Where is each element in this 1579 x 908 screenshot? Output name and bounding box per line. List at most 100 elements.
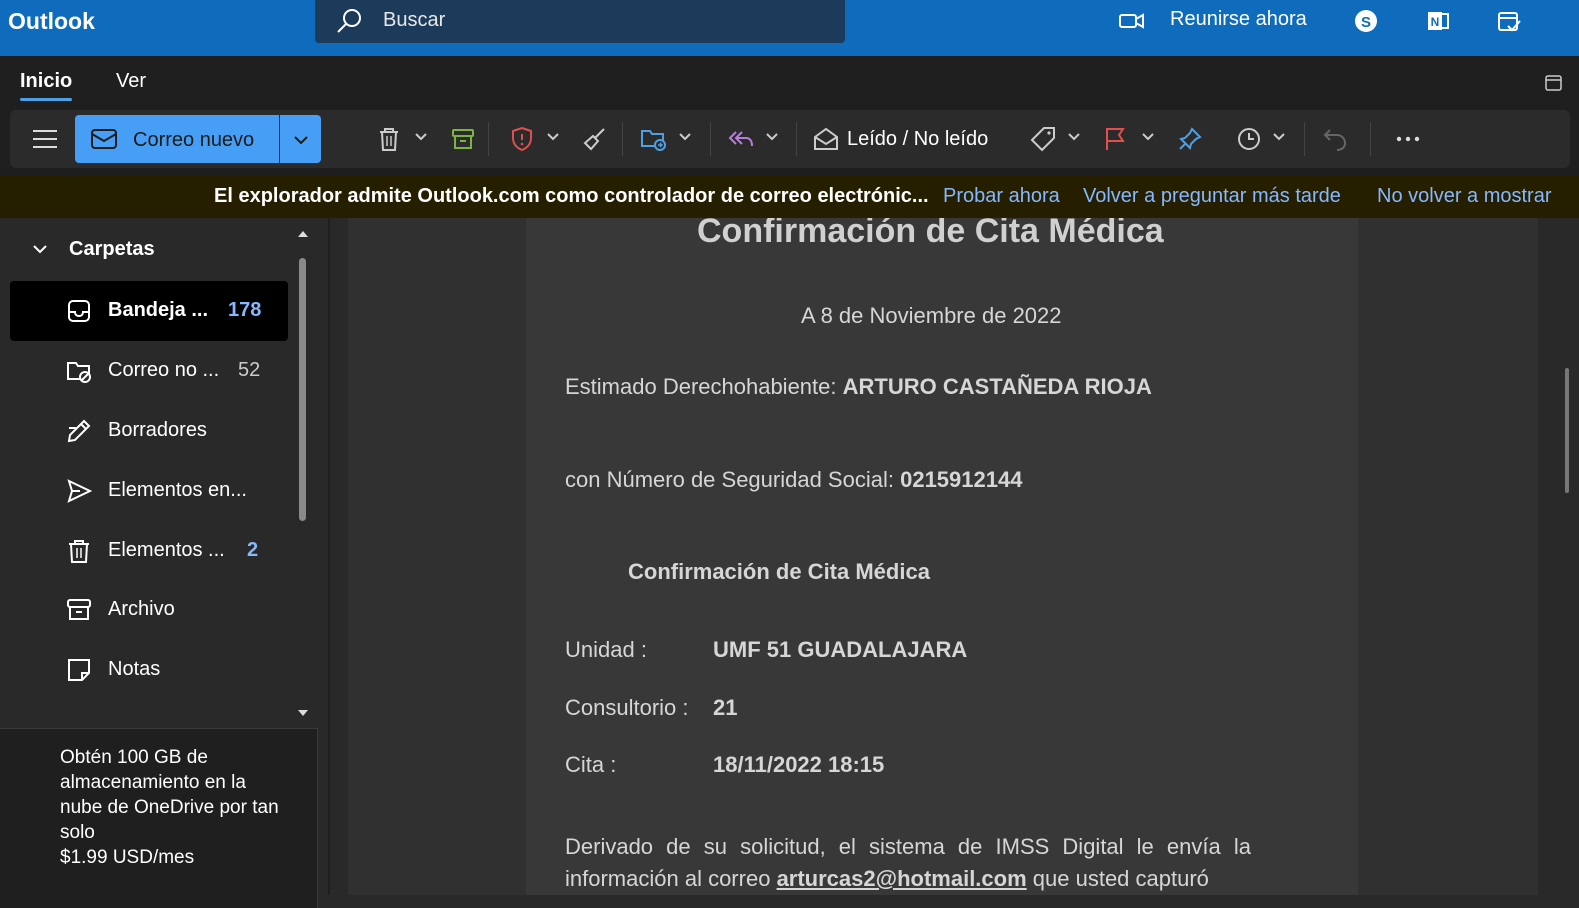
folder-name: Elementos ... [108,539,225,561]
separator [1304,122,1305,156]
recipient-name: ARTURO CASTAÑEDA RIOJA [842,374,1152,399]
archive-icon[interactable] [450,126,476,152]
note-icon [68,659,90,681]
folder-deleted[interactable]: Elementos ... 2 [10,521,288,581]
new-mail-button[interactable]: Correo nuevo [75,115,279,163]
mail-icon [91,129,117,149]
info-bar-message: El explorador admite Outlook.com como co… [214,185,929,207]
unread-count: 2 [247,539,259,561]
folder-name: Borradores [108,419,207,441]
svg-text:S: S [1361,14,1371,31]
search-box[interactable]: Buscar [315,0,845,43]
flag-icon[interactable] [1103,126,1129,152]
chevron-down-icon [294,136,308,145]
move-to-folder-icon[interactable] [640,126,668,152]
promo-price: $1.99 USD/mes [60,847,195,868]
folder-pane: Carpetas Bandeja ... 178 Correo no ... 5… [0,218,318,908]
sweep-broom-icon[interactable] [582,126,608,152]
onedrive-promo[interactable]: Obtén 100 GB de almacenamiento en la nub… [0,728,318,908]
chevron-down-icon[interactable] [765,132,779,142]
pin-icon[interactable] [1177,126,1203,152]
clock-icon[interactable] [1236,126,1262,152]
video-camera-icon[interactable] [1118,10,1146,32]
folder-drafts[interactable]: Borradores [10,401,288,461]
delete-icon[interactable] [376,126,402,152]
chevron-down-icon[interactable] [1067,132,1081,142]
appointment-value: 18/11/2022 18:15 [713,752,885,777]
separator [488,122,489,156]
reply-all-icon[interactable] [726,126,754,152]
app-title[interactable]: Outlook [8,8,95,35]
ribbon: Correo nuevo Leído / No leído [10,110,1570,168]
reading-pane: Confirmación de Cita Médica A 8 de Novie… [348,218,1538,895]
selected-tab-indicator [20,98,72,101]
chevron-down-icon[interactable] [546,132,560,142]
body-text: que usted capturó [1032,866,1209,891]
unit-label: Unidad : [565,637,647,662]
skype-icon[interactable]: S [1353,8,1379,34]
office-value: 21 [713,695,738,720]
body-line-1: Derivado de su solicitud, el sistema de … [565,834,1251,859]
read-unread-button[interactable]: Leído / No leído [847,128,988,151]
nss-line: con Número de Seguridad Social: 02159121… [565,467,1022,493]
reading-pane-scrollbar[interactable] [1562,218,1579,895]
calendar-icon[interactable] [1545,74,1563,92]
unread-count: 52 [238,359,261,381]
try-now-link[interactable]: Probar ahora [943,185,1060,208]
scroll-up-arrow-icon[interactable] [297,230,309,238]
chevron-down-icon[interactable] [1272,132,1286,142]
appointment-label: Cita : [565,752,617,777]
ribbon-area: Correo nuevo Leído / No leído [0,110,1579,175]
chevron-down-icon[interactable] [414,132,428,142]
ask-later-link[interactable]: Volver a preguntar más tarde [1083,185,1341,208]
tag-icon[interactable] [1030,126,1058,152]
folder-name: Bandeja ... [108,299,209,321]
scrollbar-thumb[interactable] [1565,368,1569,493]
folder-name: Archivo [108,598,175,620]
tab-ver[interactable]: Ver [116,70,146,93]
dont-show-link[interactable]: No volver a mostrar [1377,185,1552,208]
nss-label: con Número de Seguridad Social: [565,467,894,492]
separator [1370,122,1371,156]
chevron-down-icon[interactable] [32,244,48,254]
email-link[interactable]: arturcas2@hotmail.com [777,866,1027,891]
unit-value: UMF 51 GUADALAJARA [713,637,968,662]
report-shield-icon[interactable] [509,126,535,152]
folder-scrollbar[interactable] [299,258,306,521]
folders-header-label: Carpetas [69,238,155,260]
todo-calendar-icon[interactable] [1496,8,1522,34]
chevron-down-icon[interactable] [678,132,692,142]
new-mail-label: Correo nuevo [133,129,255,151]
folder-junk[interactable]: Correo no ... 52 [10,341,288,401]
folder-sent[interactable]: Elementos en... [10,461,288,521]
separator [710,122,711,156]
message-title: Confirmación de Cita Médica [697,218,1164,250]
unread-count: 178 [228,299,262,321]
chevron-down-icon[interactable] [1141,132,1155,142]
open-envelope-icon[interactable] [812,126,840,152]
folder-archive[interactable]: Archivo [10,580,288,640]
scroll-down-arrow-icon[interactable] [297,709,309,717]
pane-divider[interactable] [328,218,330,895]
folder-name: Correo no ... [108,359,220,381]
trash-icon [69,540,89,563]
meet-now-button[interactable]: Reunirse ahora [1170,8,1307,31]
folder-notes[interactable]: Notas [10,640,288,700]
greeting-label: Estimado Derechohabiente: [565,374,837,399]
drafts-pencil-icon [67,419,91,443]
new-mail-dropdown[interactable] [280,115,321,163]
browser-info-bar: El explorador admite Outlook.com como co… [0,175,1579,218]
promo-text: Obtén 100 GB de almacenamiento en la nub… [60,747,279,843]
message-date: A 8 de Noviembre de 2022 [801,303,1062,328]
greeting-line: Estimado Derechohabiente: ARTURO CASTAÑE… [565,374,1152,400]
message-subtitle: Confirmación de Cita Médica [628,559,930,584]
tab-inicio[interactable]: Inicio [20,70,72,93]
hamburger-menu-icon[interactable] [32,128,58,150]
undo-icon[interactable] [1322,126,1348,152]
body-line-2: información al correo arturcas2@hotmail.… [565,866,1209,892]
folder-inbox[interactable]: Bandeja ... 178 [10,281,288,341]
search-input[interactable]: Buscar [383,9,445,32]
more-options-icon[interactable] [1396,136,1420,142]
top-bar: Outlook Buscar Reunirse ahora S N [0,0,1579,56]
onenote-icon[interactable]: N [1425,8,1451,34]
